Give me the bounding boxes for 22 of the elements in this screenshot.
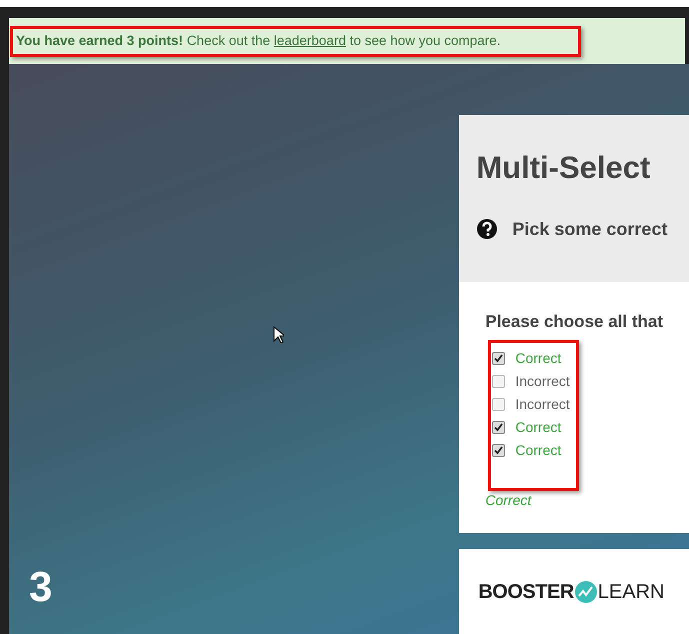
question-text: Please choose all that	[485, 311, 663, 333]
checkbox[interactable]	[492, 352, 506, 364]
quiz-prompt: Pick some correct	[512, 218, 668, 240]
logo-icon	[574, 580, 597, 602]
checkbox[interactable]	[492, 420, 506, 434]
option-label: Incorrect	[515, 372, 570, 390]
logo-text: BOOSTER	[478, 580, 574, 604]
option-label: Correct	[515, 440, 562, 460]
checkbox[interactable]	[492, 374, 506, 388]
checkbox[interactable]	[492, 398, 506, 410]
checkbox[interactable]	[492, 444, 506, 456]
leaderboard-link[interactable]: leaderboard	[274, 32, 346, 48]
step-number: 3	[29, 566, 52, 608]
option-label: Correct	[515, 348, 562, 368]
logo-text: LEARN	[598, 580, 664, 604]
cursor-icon	[273, 326, 284, 343]
help-icon	[476, 218, 498, 240]
option-label: Incorrect	[515, 394, 570, 414]
feedback-text: Correct	[485, 490, 533, 510]
option-label: Correct	[515, 418, 562, 436]
notification-text: You have earned 3 points! Check out the leaderboard to see how you compare.	[16, 32, 501, 50]
quiz-title: Multi-Select	[476, 149, 652, 187]
